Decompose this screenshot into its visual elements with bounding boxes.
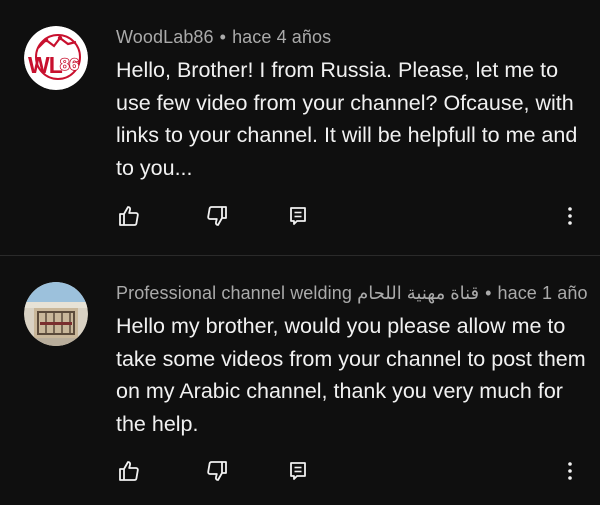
avatar-logo-number: 86 [60, 55, 79, 74]
comment-meta: WoodLab86 • hace 4 años [116, 27, 331, 48]
meta-separator: • [219, 27, 227, 47]
avatar[interactable]: WL 86 [24, 26, 88, 90]
avatar[interactable] [24, 282, 88, 346]
comment-author[interactable]: Professional channel welding قناة مهنية … [116, 283, 479, 303]
avatar-logo-letters: WL [28, 52, 63, 78]
like-button[interactable] [115, 457, 143, 485]
avatar-photo-icon [24, 282, 88, 346]
meta-separator: • [485, 283, 492, 303]
reply-icon [290, 462, 306, 480]
comment-text: Hello my brother, would you please allow… [116, 314, 586, 436]
thumbs-up-icon [119, 206, 139, 226]
more-actions-button[interactable] [556, 202, 584, 230]
woodlab-logo-icon: WL 86 [24, 26, 88, 90]
reply-button[interactable] [284, 457, 312, 485]
thumbs-down-icon [207, 206, 227, 226]
comment-time[interactable]: hace 4 años [232, 27, 331, 47]
like-button[interactable] [115, 202, 143, 230]
comment-author[interactable]: WoodLab86 [116, 27, 214, 47]
dislike-button[interactable] [203, 202, 231, 230]
comment-item: WL 86 WoodLab86 • hace 4 años Hello, Broth… [0, 0, 600, 255]
thumbs-down-icon [207, 461, 227, 481]
reply-button[interactable] [284, 202, 312, 230]
dislike-button[interactable] [203, 457, 231, 485]
comment-meta: Professional channel welding قناة مهنية … [116, 283, 588, 304]
more-actions-button[interactable] [556, 457, 584, 485]
more-vertical-icon [568, 462, 572, 480]
comment-time[interactable]: hace 1 año [497, 283, 587, 303]
comment-text: Hello, Brother! I from Russia. Please, l… [116, 58, 578, 180]
comment-item: Professional channel welding قناة مهنية … [0, 256, 600, 505]
reply-icon [290, 207, 306, 225]
more-vertical-icon [568, 207, 572, 225]
thumbs-up-icon [119, 461, 139, 481]
